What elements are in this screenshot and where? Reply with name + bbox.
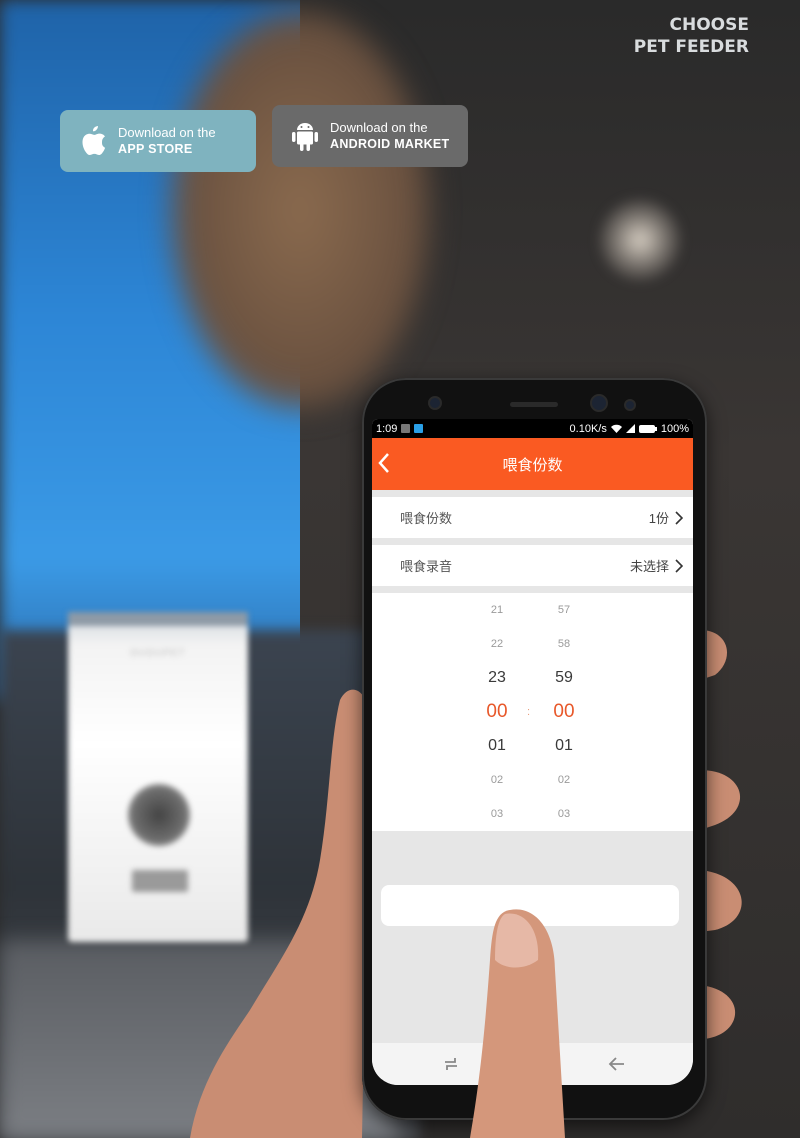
minute-option[interactable]: 01 [544, 729, 584, 763]
pet-feeder-device: DUDUPET [68, 612, 248, 942]
app-store-line1: Download on the [118, 125, 216, 140]
headline-line2: PET FEEDER [633, 37, 749, 57]
phone-sensor-icon [428, 396, 442, 410]
hour-option[interactable]: 23 [477, 661, 517, 695]
app-store-button[interactable]: Download on the APP STORE [60, 110, 256, 172]
hour-option[interactable]: 22 [477, 627, 517, 661]
divider [372, 490, 693, 497]
setting-value: 1份 [648, 511, 669, 526]
feeder-camera-icon [128, 784, 190, 846]
setting-label: 喂食录音 [400, 559, 453, 574]
notification-icon [401, 424, 411, 433]
headline: CHOOSE PET FEEDER [634, 14, 749, 58]
hour-option[interactable]: 02 [477, 763, 517, 797]
smartphone: 1:09 0.10K/s 100% 喂食份数 喂食份数 1份 喂食录音 未选择 … [362, 378, 707, 1120]
nav-back-icon[interactable] [608, 1055, 626, 1073]
phone-sensor2-icon [624, 399, 636, 411]
hour-wheel[interactable]: 21 22 23 00 01 02 03 [477, 593, 517, 831]
selected-minute[interactable]: 00 [544, 695, 584, 729]
page-title: 喂食份数 [502, 456, 563, 474]
minute-option[interactable]: 02 [544, 763, 584, 797]
background-lamp [600, 200, 680, 280]
background-wood-decor [170, 10, 430, 410]
android-icon [290, 119, 320, 153]
recent-apps-icon[interactable] [442, 1055, 460, 1073]
navigation-bar [372, 1043, 693, 1085]
feeder-food-outlet [132, 870, 188, 892]
android-market-line1: Download on the [330, 120, 428, 135]
android-market-button[interactable]: Download on the ANDROID MARKET [272, 105, 468, 167]
hour-option[interactable]: 21 [477, 593, 517, 627]
setting-row-portions[interactable]: 喂食份数 1份 [372, 497, 693, 538]
minute-wheel[interactable]: 57 58 59 00 01 02 03 [544, 593, 584, 831]
time-separator: : [527, 706, 531, 718]
confirm-button[interactable] [381, 885, 679, 926]
feeder-brand: DUDUPET [130, 648, 186, 659]
minute-option[interactable]: 59 [544, 661, 584, 695]
setting-label: 喂食份数 [400, 511, 453, 526]
time-picker: 21 22 23 00 01 02 03 : 57 58 59 00 01 02 03 [372, 593, 693, 831]
minute-option[interactable]: 58 [544, 627, 584, 661]
divider [372, 538, 693, 545]
divider [372, 586, 693, 593]
app-bar: 喂食份数 [372, 438, 693, 490]
hour-option[interactable]: 03 [477, 797, 517, 831]
app-notification-icon [414, 424, 424, 433]
network-speed: 0.10K/s [569, 422, 607, 435]
feeder-lid [68, 612, 248, 626]
wifi-icon [610, 424, 622, 433]
app-store-line2: APP STORE [118, 142, 193, 156]
setting-row-recording[interactable]: 喂食录音 未选择 [372, 545, 693, 586]
background-floor [0, 940, 400, 1138]
hour-option[interactable]: 01 [477, 729, 517, 763]
minute-option[interactable]: 03 [544, 797, 584, 831]
phone-speaker [510, 402, 558, 407]
minute-option[interactable]: 57 [544, 593, 584, 627]
back-arrow-icon[interactable] [376, 452, 392, 474]
battery-icon [638, 424, 657, 433]
chevron-right-icon [675, 558, 683, 573]
battery-percent: 100% [660, 422, 689, 435]
status-time: 1:09 [376, 422, 398, 435]
headline-line1: CHOOSE [669, 15, 749, 35]
status-bar: 1:09 0.10K/s 100% [372, 419, 693, 438]
android-market-line2: ANDROID MARKET [330, 137, 450, 151]
chevron-right-icon [675, 510, 683, 525]
phone-camera-icon [590, 394, 608, 412]
phone-screen: 1:09 0.10K/s 100% 喂食份数 喂食份数 1份 喂食录音 未选择 … [372, 419, 693, 1085]
setting-value: 未选择 [629, 559, 669, 574]
selected-hour[interactable]: 00 [477, 695, 517, 729]
apple-icon [78, 124, 108, 158]
signal-icon [625, 424, 635, 433]
